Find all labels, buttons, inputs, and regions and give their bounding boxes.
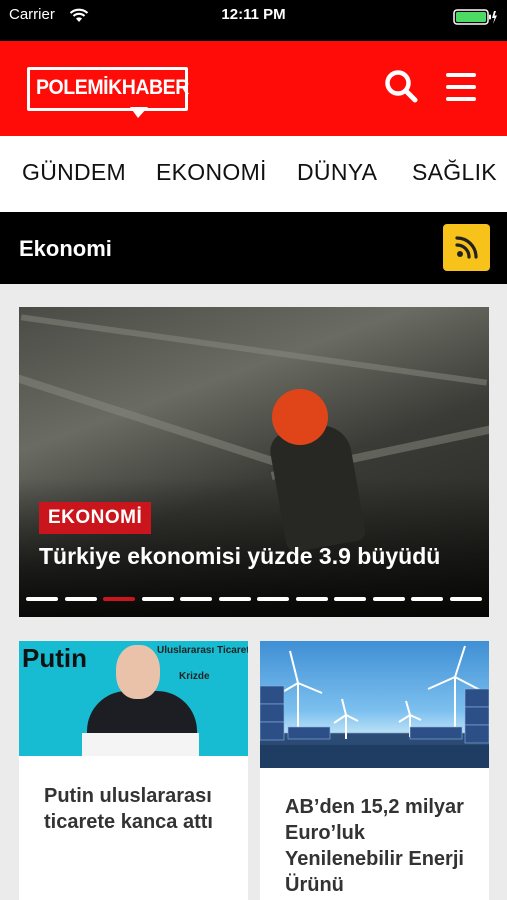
status-bar: Carrier 12:11 PM (0, 0, 507, 41)
featured-image (19, 307, 489, 617)
category-saglik[interactable]: SAĞLIK (412, 159, 497, 186)
news-card-image (260, 641, 489, 768)
slider-dot[interactable] (449, 597, 482, 601)
news-card[interactable]: Putin Uluslararası Ticaret Krizde Putin … (19, 641, 248, 900)
rss-button[interactable] (443, 224, 490, 271)
logo-text: POLEMİKHABER (36, 76, 189, 99)
slider-dot[interactable] (26, 597, 58, 601)
worker-helmet (272, 389, 328, 445)
rss-icon (455, 236, 478, 259)
slider-dot[interactable] (180, 597, 212, 601)
image-caption: Krizde (179, 671, 210, 682)
image-caption: Putin (22, 643, 87, 673)
section-title: Ekonomi (19, 236, 112, 261)
category-tag[interactable]: EKONOMİ (39, 502, 152, 534)
app-header: POLEMİKHABER (0, 41, 507, 136)
hamburger-menu-icon[interactable] (446, 73, 476, 101)
category-ekonomi[interactable]: EKONOMİ (156, 159, 267, 186)
image-caption: Uluslararası Ticaret (157, 645, 248, 656)
featured-slider[interactable]: EKONOMİ Türkiye ekonomisi yüzde 3.9 büyü… (19, 307, 489, 617)
slider-dot[interactable] (218, 597, 251, 601)
logo[interactable]: POLEMİKHABER (27, 67, 190, 118)
podium (82, 733, 199, 756)
news-card[interactable]: AB’den 15,2 milyar Euro’luk Yenilenebili… (260, 641, 489, 900)
search-icon[interactable] (383, 68, 419, 104)
slider-dot[interactable] (64, 597, 97, 601)
speaker-face (116, 645, 160, 699)
slider-dot[interactable] (257, 597, 289, 601)
slider-dot[interactable] (334, 597, 366, 601)
wind-turbines-icon (260, 645, 489, 768)
section-header: Ekonomi (0, 212, 507, 284)
slider-dot[interactable] (411, 597, 443, 601)
category-nav[interactable]: GÜNDEM EKONOMİ DÜNYA SAĞLIK (0, 136, 507, 212)
news-card-title[interactable]: AB’den 15,2 milyar Euro’luk Yenilenebili… (285, 794, 475, 898)
battery-icon (453, 9, 497, 25)
news-card-title[interactable]: Putin uluslararası ticarete kanca attı (44, 783, 234, 835)
news-card-image: Putin Uluslararası Ticaret Krizde (19, 641, 248, 756)
category-gundem[interactable]: GÜNDEM (22, 159, 126, 186)
clock: 12:11 PM (221, 6, 286, 23)
featured-headline[interactable]: Türkiye ekonomisi yüzde 3.9 büyüdü (39, 543, 440, 570)
slider-pagination[interactable] (26, 597, 484, 602)
slider-dot[interactable] (295, 597, 328, 601)
slider-dot[interactable] (141, 597, 174, 601)
slider-dot[interactable] (372, 597, 405, 601)
logo-speech-tail (130, 107, 148, 118)
category-dunya[interactable]: DÜNYA (297, 159, 377, 186)
slider-dot[interactable] (103, 597, 135, 601)
